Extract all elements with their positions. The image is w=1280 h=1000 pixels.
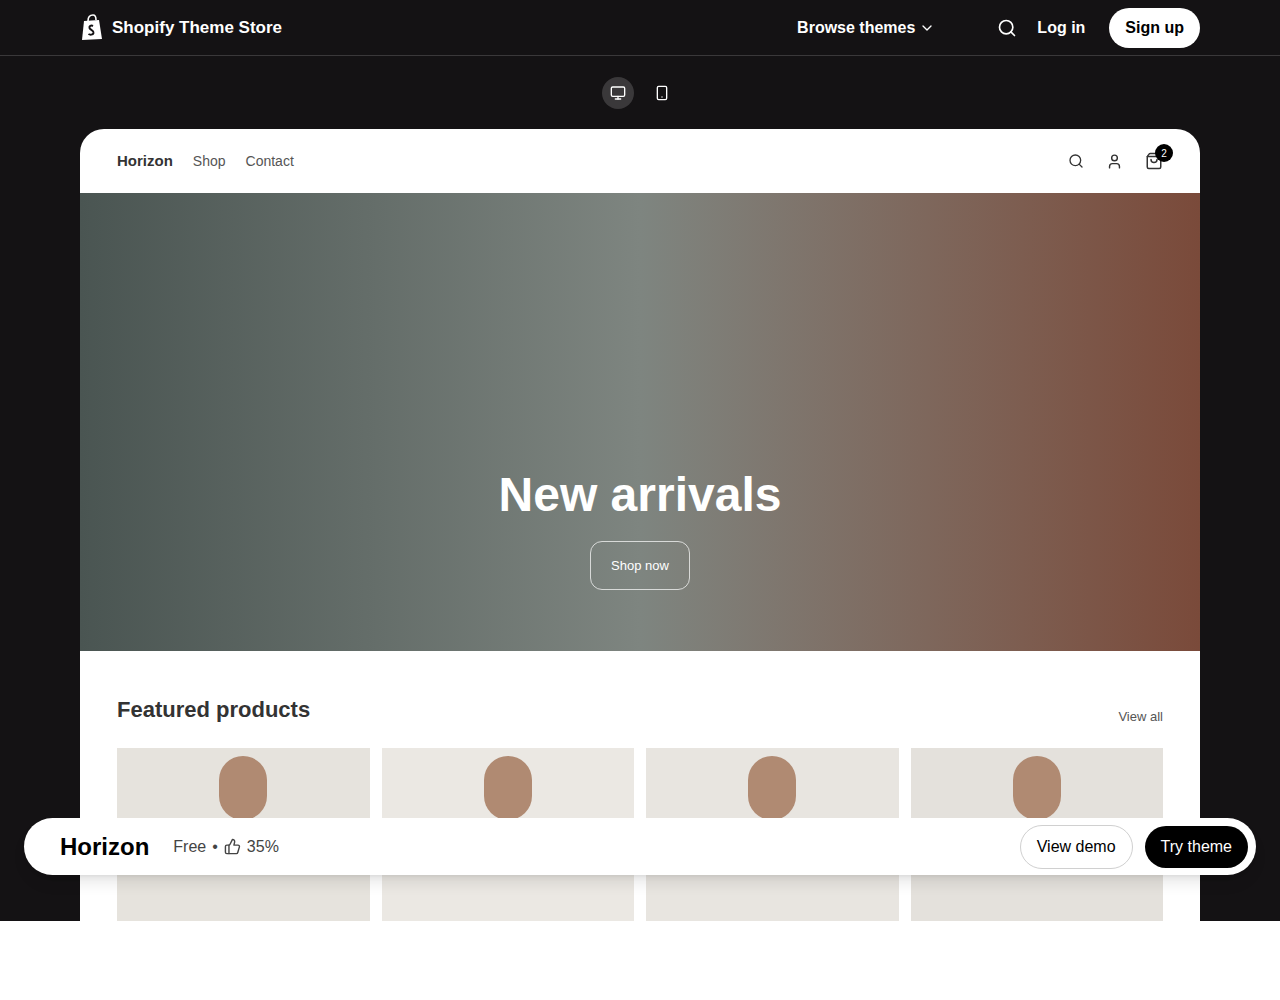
brand[interactable]: Shopify Theme Store xyxy=(80,14,282,41)
view-demo-button[interactable]: View demo xyxy=(1020,825,1133,869)
thumbs-up-icon xyxy=(224,838,241,855)
separator: • xyxy=(212,835,218,859)
below-area xyxy=(0,921,1280,999)
brand-name[interactable]: Shopify Theme Store xyxy=(112,15,282,41)
page: Shopify Theme Store Browse themes Log in Si… xyxy=(0,0,1280,999)
store-menu-item[interactable]: Contact xyxy=(246,151,294,172)
shopify-logo-icon xyxy=(80,14,104,41)
cart[interactable]: 2 xyxy=(1145,152,1163,170)
theme-info: Horizon Free• 35% xyxy=(60,829,279,865)
account-icon[interactable] xyxy=(1106,153,1123,170)
search-button[interactable] xyxy=(997,18,1017,38)
theme-bar: Horizon Free• 35% View demo Try theme xyxy=(24,818,1256,875)
hero-banner: New arrivals Shop now xyxy=(80,193,1200,651)
featured-header: Featured products View all xyxy=(117,693,1163,726)
theme-name: Horizon xyxy=(60,829,149,865)
store-nav: Horizon Shop Contact xyxy=(117,150,294,173)
signup-button[interactable]: Sign up xyxy=(1109,8,1200,48)
try-theme-button[interactable]: Try theme xyxy=(1145,826,1248,868)
top-nav: Shopify Theme Store Browse themes Log in Si… xyxy=(0,0,1280,56)
mobile-toggle[interactable] xyxy=(646,77,678,109)
featured-section: Featured products View all xyxy=(80,651,1200,921)
shop-now-button[interactable]: Shop now xyxy=(590,541,690,591)
model-head xyxy=(1013,756,1061,820)
model-head xyxy=(219,756,267,820)
model-head xyxy=(484,756,532,820)
chevron-down-icon xyxy=(919,20,935,36)
desktop-icon xyxy=(610,85,626,101)
theme-actions: View demo Try theme xyxy=(1020,825,1248,869)
featured-title: Featured products xyxy=(117,693,310,726)
search-icon[interactable] xyxy=(1068,153,1084,169)
dark-area: Shopify Theme Store Browse themes Log in Si… xyxy=(0,0,1280,921)
store-name[interactable]: Horizon xyxy=(117,150,173,173)
browse-themes-button[interactable]: Browse themes xyxy=(797,16,935,40)
cart-badge: 2 xyxy=(1155,144,1173,162)
theme-rating: 35% xyxy=(247,835,279,859)
nav-actions: Browse themes Log in Sign up xyxy=(797,8,1200,48)
store-menu-item[interactable]: Shop xyxy=(193,151,226,172)
search-icon xyxy=(997,18,1017,38)
theme-preview: Horizon Shop Contact 2 New arrivals Shop now F… xyxy=(80,129,1200,921)
device-toggle xyxy=(0,56,1280,129)
theme-price: Free xyxy=(173,835,206,859)
store-header: Horizon Shop Contact 2 xyxy=(80,129,1200,193)
login-button[interactable]: Log in xyxy=(1037,16,1085,40)
store-icons: 2 xyxy=(1068,152,1163,170)
theme-meta: Free• 35% xyxy=(173,835,279,859)
model-head xyxy=(748,756,796,820)
mobile-icon xyxy=(654,85,670,101)
desktop-toggle[interactable] xyxy=(602,77,634,109)
hero-title: New arrivals xyxy=(499,465,782,525)
view-all-link[interactable]: View all xyxy=(1118,707,1163,727)
